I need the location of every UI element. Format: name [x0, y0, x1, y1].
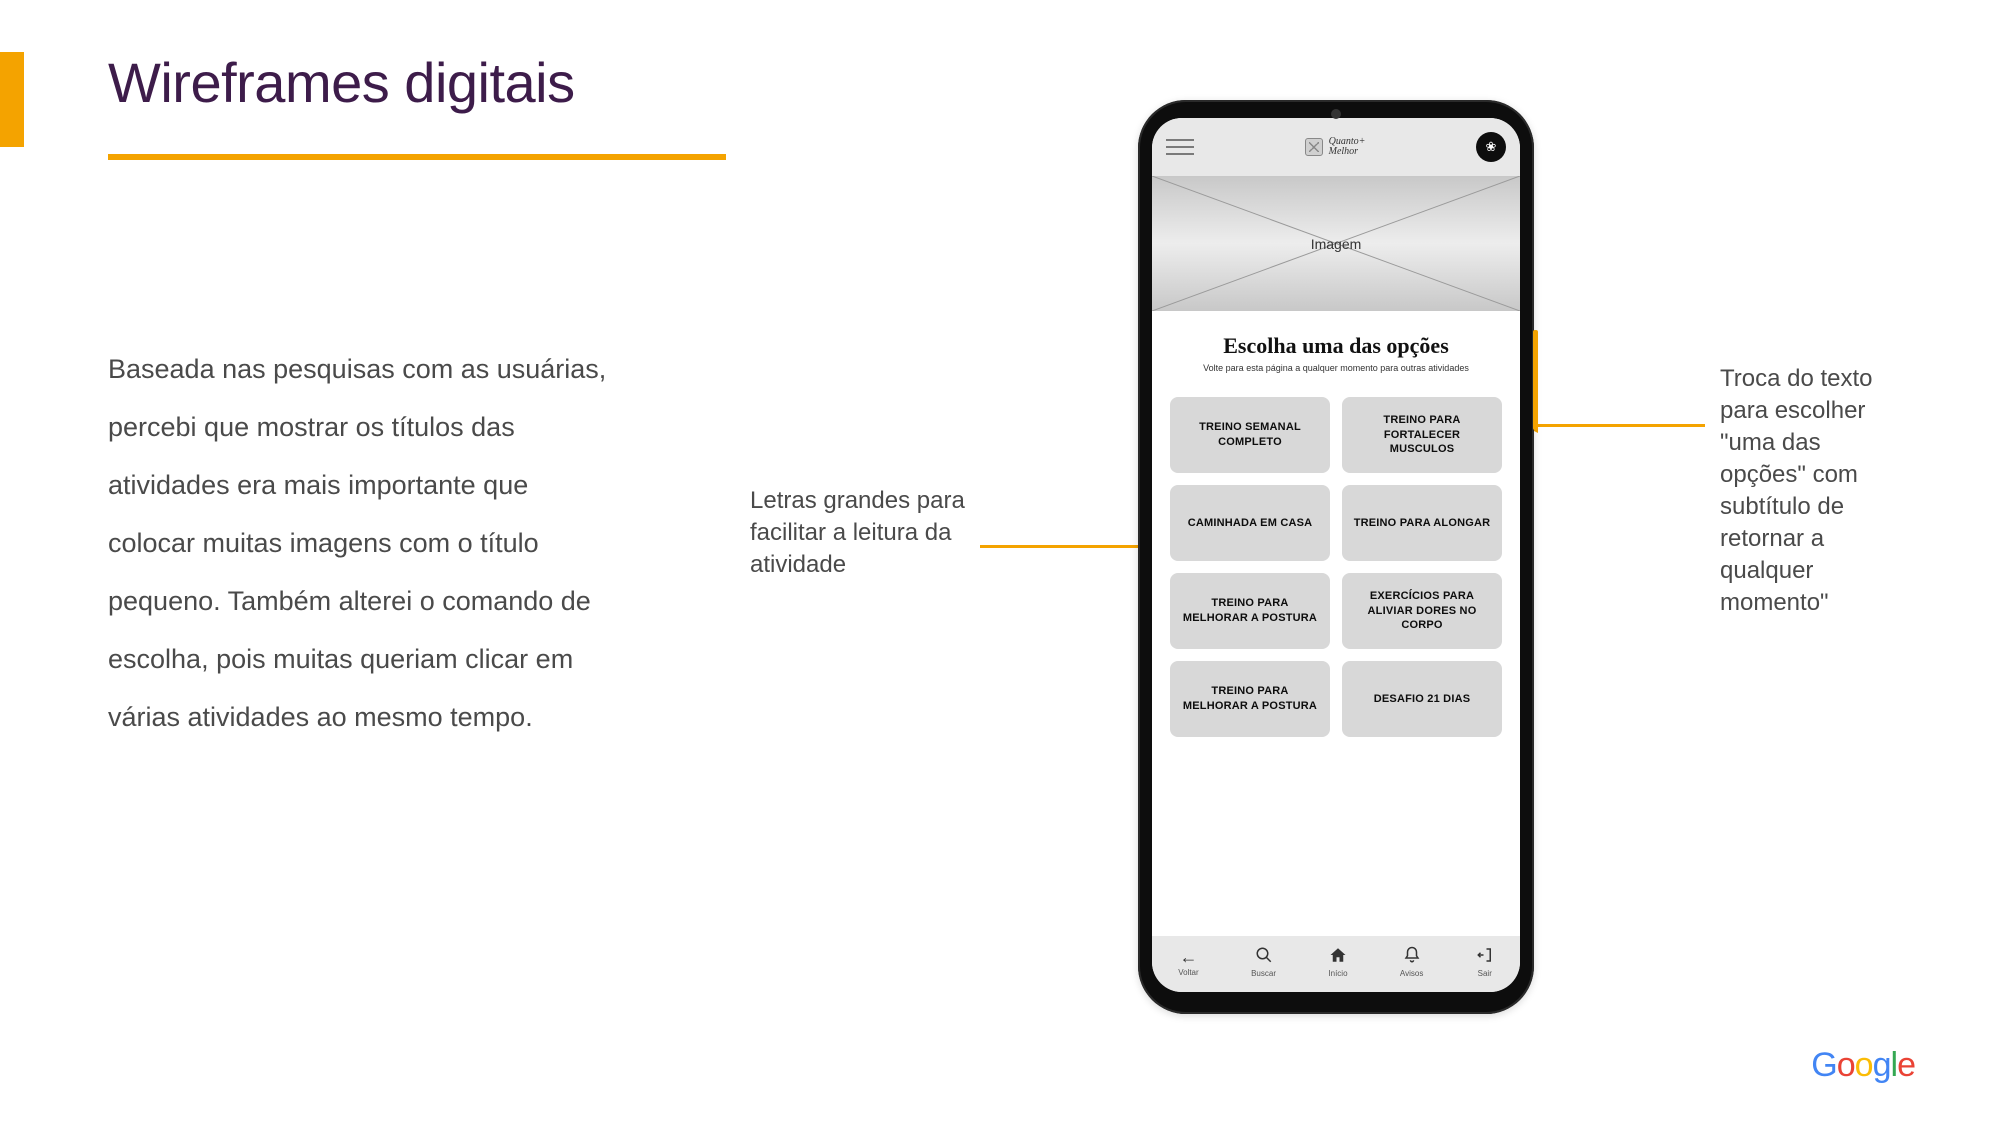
- google-logo: Google: [1811, 1046, 1915, 1085]
- home-icon: [1329, 946, 1347, 967]
- search-icon: [1255, 946, 1273, 967]
- activity-card[interactable]: CAMINHADA EM CASA: [1170, 485, 1330, 561]
- accent-bar: [0, 52, 24, 147]
- annotation-right: Troca do texto para escolher "uma das op…: [1720, 363, 1910, 619]
- choose-subtitle: Volte para esta página a qualquer moment…: [1172, 363, 1500, 375]
- nav-inicio[interactable]: Início: [1328, 946, 1347, 978]
- nav-avisos[interactable]: Avisos: [1400, 946, 1423, 978]
- activity-card[interactable]: DESAFIO 21 DIAS: [1342, 661, 1502, 737]
- logo-mark-icon: [1305, 138, 1323, 156]
- phone-power-button: [1533, 330, 1538, 430]
- phone-camera-dot: [1331, 109, 1341, 119]
- nav-sair[interactable]: Sair: [1476, 946, 1494, 978]
- nav-buscar[interactable]: Buscar: [1251, 946, 1276, 978]
- bottom-nav: ← Voltar Buscar Início Avisos: [1152, 936, 1520, 992]
- nav-voltar[interactable]: ← Voltar: [1178, 948, 1198, 977]
- activity-card[interactable]: EXERCÍCIOS PARA ALIVIAR DORES NO CORPO: [1342, 573, 1502, 649]
- activity-card[interactable]: TREINO PARA ALONGAR: [1342, 485, 1502, 561]
- choose-title: Escolha uma das opções: [1172, 333, 1500, 359]
- app-logo: Quanto+ Melhor: [1305, 137, 1366, 157]
- phone-screen: Quanto+ Melhor Imagem Escolha uma das op…: [1152, 118, 1520, 992]
- app-header: Quanto+ Melhor: [1152, 118, 1520, 176]
- exit-icon: [1476, 946, 1494, 967]
- logo-text-2: Melhor: [1329, 147, 1366, 157]
- arrow-right-icon: [1525, 424, 1705, 427]
- body-paragraph: Baseada nas pesquisas com as usuárias, p…: [108, 340, 608, 746]
- activity-card[interactable]: TREINO SEMANAL COMPLETO: [1170, 397, 1330, 473]
- activity-grid: TREINO SEMANAL COMPLETO TREINO PARA FORT…: [1152, 385, 1520, 936]
- hero-image-placeholder: Imagem: [1152, 176, 1520, 311]
- bell-icon: [1403, 946, 1421, 967]
- back-arrow-icon: ←: [1179, 948, 1197, 966]
- hero-label: Imagem: [1311, 236, 1362, 252]
- title-underline: [108, 154, 726, 160]
- arrow-left-icon: [980, 545, 1160, 548]
- activity-card[interactable]: TREINO PARA FORTALECER MUSCULOS: [1342, 397, 1502, 473]
- page-title: Wireframes digitais: [108, 50, 575, 115]
- activity-card[interactable]: TREINO PARA MELHORAR A POSTURA: [1170, 573, 1330, 649]
- activity-card[interactable]: TREINO PARA MELHORAR A POSTURA: [1170, 661, 1330, 737]
- phone-mockup: Quanto+ Melhor Imagem Escolha uma das op…: [1138, 100, 1534, 1014]
- avatar-icon[interactable]: [1476, 132, 1506, 162]
- choose-section: Escolha uma das opções Volte para esta p…: [1152, 311, 1520, 385]
- annotation-left: Letras grandes para facilitar a leitura …: [750, 485, 990, 581]
- hamburger-icon[interactable]: [1166, 139, 1194, 155]
